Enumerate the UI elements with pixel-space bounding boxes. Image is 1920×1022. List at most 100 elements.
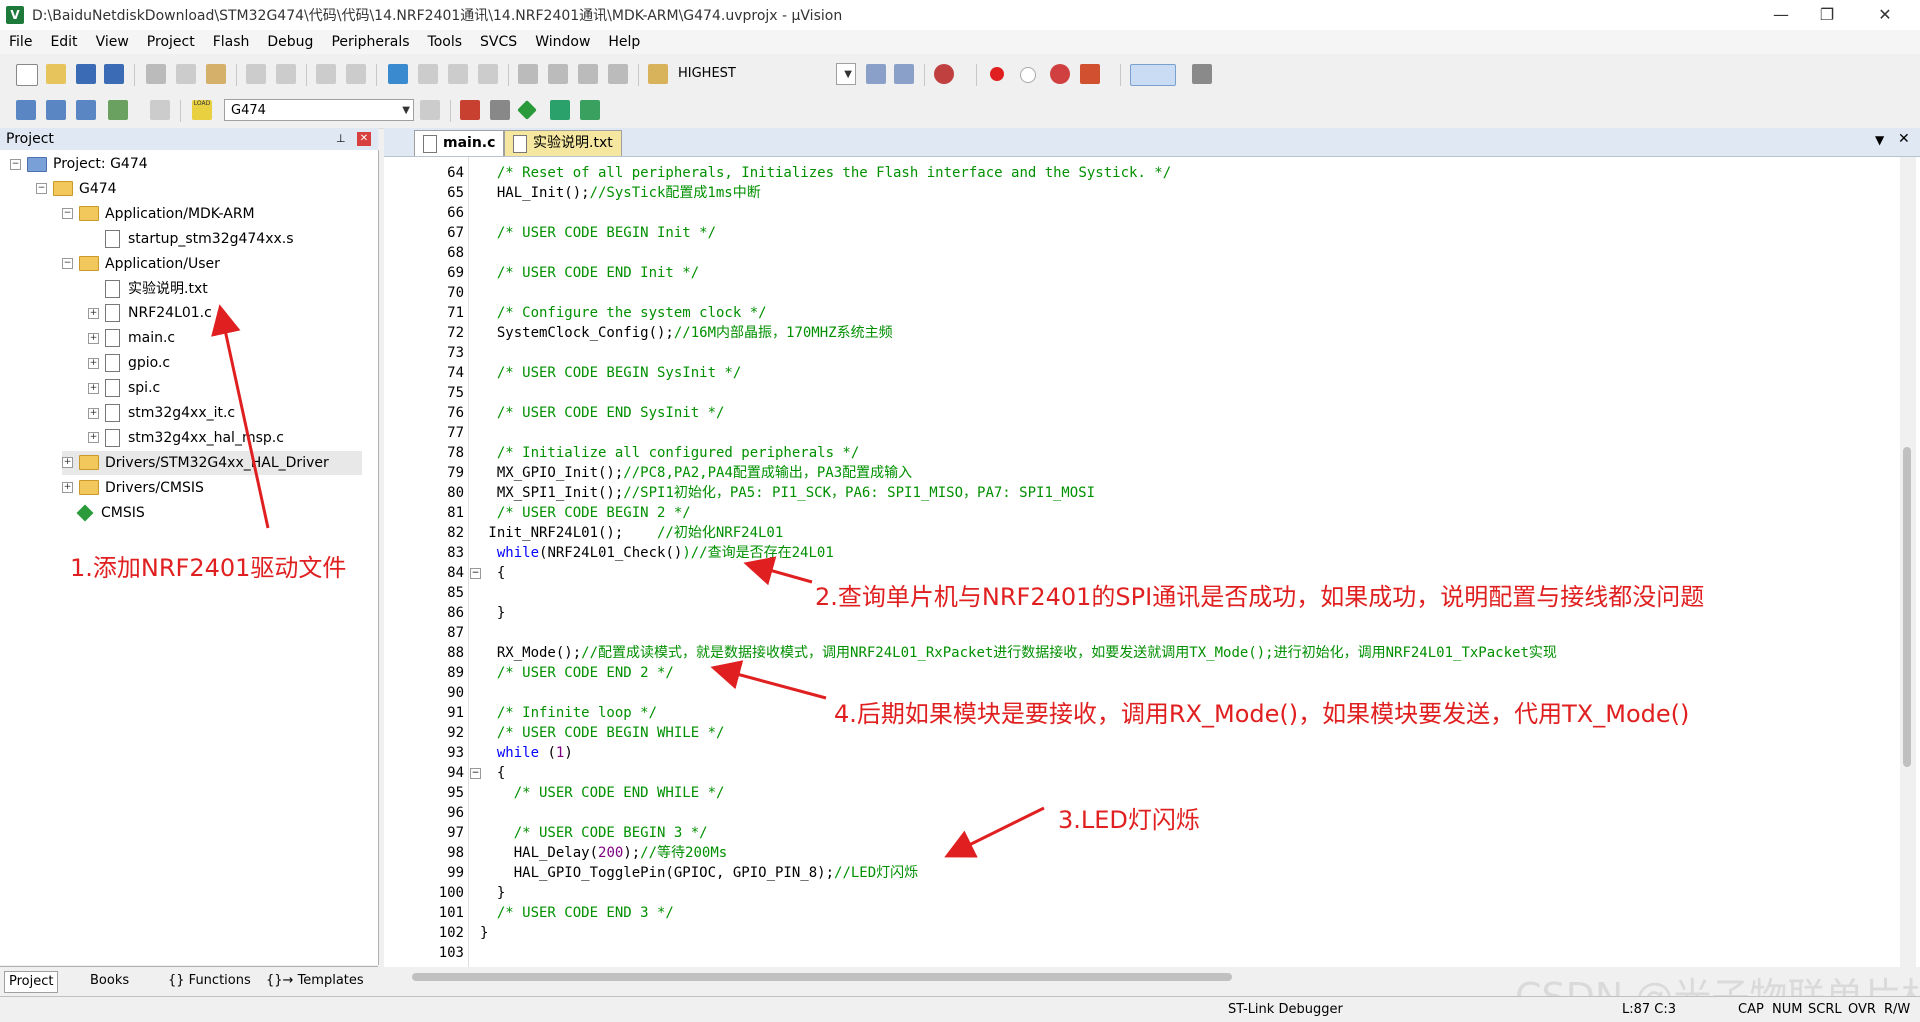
new-file-icon[interactable] xyxy=(16,64,38,86)
vertical-scroll-thumb[interactable] xyxy=(1903,447,1911,767)
menu-view[interactable]: View xyxy=(87,34,138,50)
window-layout-icon[interactable] xyxy=(1130,64,1176,86)
expand-icon[interactable]: + xyxy=(88,307,99,319)
prev-bookmark-icon[interactable] xyxy=(418,64,438,84)
find-combo-dropdown[interactable]: ▼ xyxy=(836,63,856,85)
collapse-icon[interactable]: − xyxy=(62,258,73,270)
target-combo[interactable]: G474 ▼ xyxy=(224,99,414,121)
select-packs-icon[interactable] xyxy=(550,100,570,120)
tab-project[interactable]: Project xyxy=(4,971,59,993)
copy-icon[interactable] xyxy=(176,64,196,84)
translate-icon[interactable] xyxy=(16,100,36,120)
expand-icon[interactable]: + xyxy=(88,332,99,344)
tree-item[interactable]: + main.c xyxy=(88,326,175,350)
tree-item[interactable]: startup_stm32g474xx.s xyxy=(88,227,294,251)
tree-item[interactable]: + stm32g4xx_it.c xyxy=(88,401,235,425)
tab-templates[interactable]: {}→ Templates xyxy=(262,971,368,991)
paste-icon[interactable] xyxy=(206,64,226,84)
close-pane-icon[interactable]: ✕ xyxy=(357,132,371,146)
target-options-icon[interactable] xyxy=(420,100,440,120)
bookmark-icon[interactable] xyxy=(388,64,408,84)
close-button[interactable]: ✕ xyxy=(1862,0,1908,30)
collapse-icon[interactable]: − xyxy=(62,208,73,220)
tab-functions[interactable]: {} Functions xyxy=(164,971,255,991)
expand-icon[interactable]: + xyxy=(88,432,99,444)
rebuild-icon[interactable] xyxy=(76,100,96,120)
undo-icon[interactable] xyxy=(246,64,266,84)
tree-item[interactable]: + spi.c xyxy=(88,376,160,400)
batch-build-icon[interactable] xyxy=(108,100,128,120)
find-icon[interactable] xyxy=(866,64,886,84)
expand-icon[interactable]: + xyxy=(88,357,99,369)
menu-file[interactable]: File xyxy=(0,34,41,50)
stop-build-icon[interactable] xyxy=(150,100,170,120)
find-combo[interactable]: HIGHEST xyxy=(672,63,856,85)
tab-main-c[interactable]: main.c xyxy=(414,130,505,156)
tab-readme-txt[interactable]: 实验说明.txt xyxy=(504,130,622,156)
tree-item[interactable]: − Application/User xyxy=(62,252,220,276)
tree-item[interactable]: + Drivers/STM32G4xx_HAL_Driver xyxy=(62,450,362,475)
next-bookmark-icon[interactable] xyxy=(448,64,468,84)
disable-breakpoint-icon[interactable] xyxy=(1020,67,1036,83)
tree-item[interactable]: + Drivers/CMSIS xyxy=(62,476,204,500)
comment-icon[interactable] xyxy=(578,64,598,84)
editor-vertical-scrollbar[interactable] xyxy=(1900,157,1916,969)
incremental-find-icon[interactable] xyxy=(894,64,914,84)
tree-item[interactable]: CMSIS xyxy=(62,501,145,525)
indent-icon[interactable] xyxy=(518,64,538,84)
code-editor[interactable]: 64 /* Reset of all peripherals, Initiali… xyxy=(384,157,1920,967)
menu-project[interactable]: Project xyxy=(138,34,204,50)
build-icon[interactable] xyxy=(46,100,66,120)
uncomment-icon[interactable] xyxy=(608,64,628,84)
tree-item[interactable]: + stm32g4xx_hal_msp.c xyxy=(88,426,284,450)
menu-help[interactable]: Help xyxy=(599,34,649,50)
unindent-icon[interactable] xyxy=(548,64,568,84)
horizontal-scroll-thumb[interactable] xyxy=(412,973,1232,981)
configure-icon[interactable] xyxy=(1192,64,1212,84)
close-tab-icon[interactable]: ✕ xyxy=(1898,131,1910,147)
download-load-icon[interactable]: LOAD xyxy=(192,100,212,120)
manage-components-icon[interactable] xyxy=(490,100,510,120)
menu-tools[interactable]: Tools xyxy=(419,34,472,50)
nav-back-icon[interactable] xyxy=(316,64,336,84)
clear-bookmarks-icon[interactable] xyxy=(478,64,498,84)
maximize-button[interactable]: ❐ xyxy=(1804,0,1850,30)
tab-list-dropdown-icon[interactable]: ▼ xyxy=(1875,133,1884,147)
redo-icon[interactable] xyxy=(276,64,296,84)
tab-books[interactable]: Books xyxy=(86,971,133,991)
kill-breakpoints-icon[interactable] xyxy=(1050,64,1070,84)
file-extensions-icon[interactable] xyxy=(460,100,480,120)
find-in-files-icon[interactable] xyxy=(648,64,668,84)
expand-icon[interactable]: + xyxy=(88,407,99,419)
menu-edit[interactable]: Edit xyxy=(41,34,86,50)
menu-window[interactable]: Window xyxy=(526,34,599,50)
menu-peripherals[interactable]: Peripherals xyxy=(322,34,418,50)
save-icon[interactable] xyxy=(76,64,96,84)
collapse-icon[interactable]: − xyxy=(10,158,21,170)
line-number: 66 xyxy=(447,205,464,221)
expand-icon[interactable]: + xyxy=(62,482,73,494)
breakpoint-options-icon[interactable] xyxy=(1080,64,1100,84)
expand-icon[interactable]: + xyxy=(88,382,99,394)
menu-svcs[interactable]: SVCS xyxy=(471,34,526,50)
menu-flash[interactable]: Flash xyxy=(204,34,259,50)
save-all-icon[interactable] xyxy=(104,64,124,84)
pin-icon[interactable]: ⊥ xyxy=(336,128,346,150)
run-time-env-icon[interactable] xyxy=(517,100,537,120)
tree-item[interactable]: − G474 xyxy=(36,177,117,201)
open-file-icon[interactable] xyxy=(46,64,66,84)
tree-item[interactable]: − Project: G474 xyxy=(10,152,148,176)
tree-item[interactable]: 实验说明.txt xyxy=(88,277,208,301)
nav-forward-icon[interactable] xyxy=(346,64,366,84)
pack-installer-icon[interactable] xyxy=(580,100,600,120)
tree-item[interactable]: + gpio.c xyxy=(88,351,170,375)
tree-item[interactable]: − Application/MDK-ARM xyxy=(62,202,255,226)
menu-debug[interactable]: Debug xyxy=(258,34,322,50)
collapse-icon[interactable]: − xyxy=(36,183,47,195)
debug-session-icon[interactable] xyxy=(934,64,954,84)
minimize-button[interactable]: — xyxy=(1758,0,1804,30)
cut-icon[interactable] xyxy=(146,64,166,84)
tree-item[interactable]: + NRF24L01.c xyxy=(88,301,212,325)
breakpoint-icon[interactable] xyxy=(990,67,1004,81)
expand-icon[interactable]: + xyxy=(62,457,73,469)
